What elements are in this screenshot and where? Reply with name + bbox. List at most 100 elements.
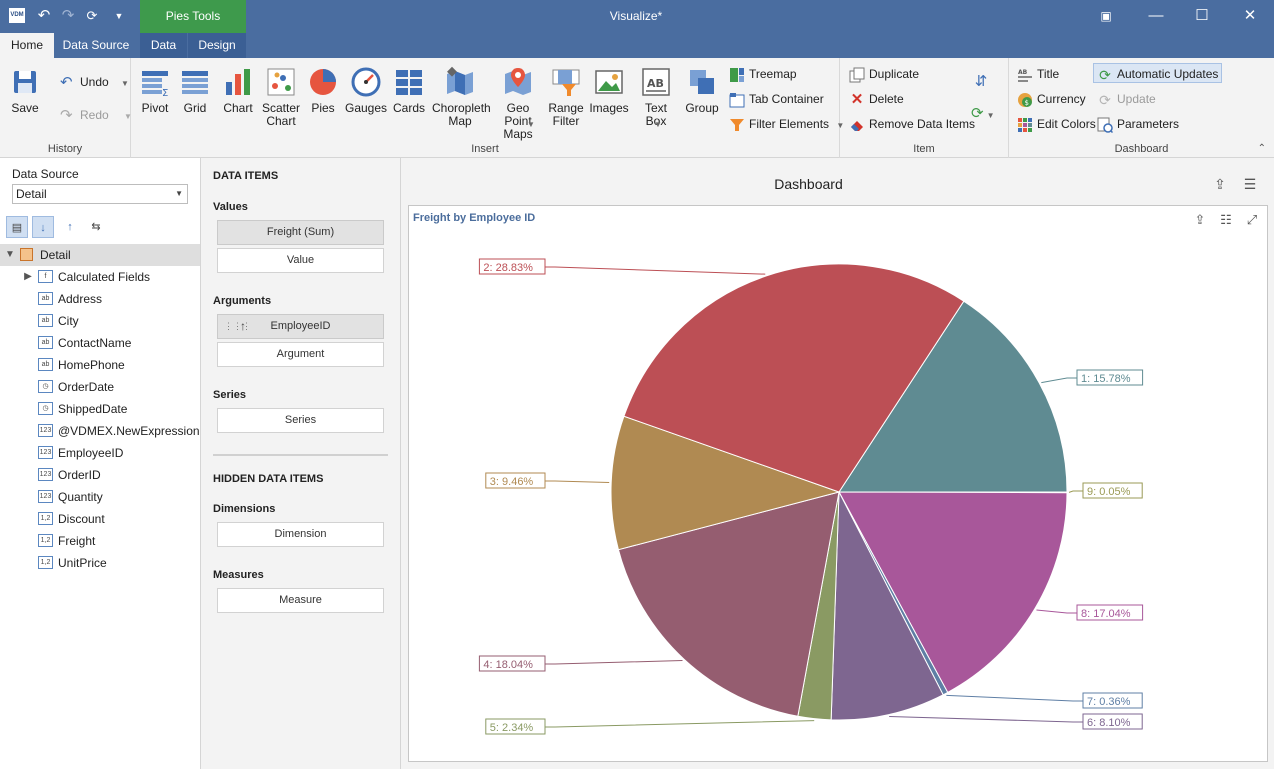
collapse-chevron-icon[interactable]: ▼ xyxy=(4,244,16,266)
swap-icon[interactable]: ⇵ xyxy=(971,72,991,92)
insert-cards-button[interactable]: Cards xyxy=(390,66,428,115)
export-icon[interactable]: ⇪ xyxy=(1210,174,1230,194)
tree-field-item[interactable]: ab Address xyxy=(0,288,200,310)
convert-button[interactable]: ⟳ ▼ xyxy=(971,104,1005,124)
undo-dropdown-icon[interactable]: ▼ xyxy=(121,79,129,88)
edit-colors-button[interactable]: Edit Colors xyxy=(1017,114,1096,134)
dashboard-title: Dashboard xyxy=(774,176,843,192)
sort-ascending-button[interactable]: ↓ xyxy=(32,216,54,238)
tree-field-item[interactable]: ab ContactName xyxy=(0,332,200,354)
ribbon-display-icon[interactable]: ▣ xyxy=(1091,4,1121,28)
pie-leader-line xyxy=(545,266,766,275)
insert-filter-elements-button[interactable]: Filter Elements ▼ xyxy=(729,114,844,134)
close-icon[interactable]: ✕ xyxy=(1235,4,1265,28)
insert-gauges-button[interactable]: Gauges xyxy=(345,66,387,115)
insert-pies-button[interactable]: Pies xyxy=(305,66,341,115)
automatic-updates-label: Automatic Updates xyxy=(1117,67,1219,81)
tree-field-item[interactable]: 1,2 Discount xyxy=(0,508,200,530)
insert-grid-button[interactable]: Grid xyxy=(177,66,213,115)
range-filter-icon xyxy=(552,69,580,96)
choropleth-map-icon xyxy=(447,66,473,95)
insert-choropleth-map-button[interactable]: Choropleth Map xyxy=(432,66,491,128)
insert-tab-container-button[interactable]: Tab Container xyxy=(729,89,824,109)
maximize-icon[interactable]: ☐ xyxy=(1187,4,1217,28)
sort-up-icon[interactable]: ↑ xyxy=(240,315,246,338)
drag-handle-icon[interactable]: ⋮⋮⋮ xyxy=(224,315,251,338)
sort-ascending-icon: ↓ xyxy=(40,222,46,234)
argument-item-employeeid[interactable]: ⋮⋮⋮ ↑ EmployeeID xyxy=(217,314,384,339)
tab-design[interactable]: Design xyxy=(188,33,246,58)
data-source-select[interactable]: Detail ▼ xyxy=(12,184,188,204)
tree-field-item[interactable]: 123 Quantity xyxy=(0,486,200,508)
value-item-freight-sum[interactable]: Freight (Sum) xyxy=(217,220,384,245)
group-by-type-button[interactable]: ▤ xyxy=(6,216,28,238)
tab-home[interactable]: Home xyxy=(0,33,54,58)
tree-field-item[interactable]: ◷ ShippedDate xyxy=(0,398,200,420)
pie-slice-label: 4: 18.04% xyxy=(483,659,533,671)
undo-icon[interactable]: ↶ xyxy=(33,5,55,27)
automatic-updates-toggle[interactable]: ⟳ Automatic Updates xyxy=(1093,63,1223,83)
tree-field-item[interactable]: 123 OrderID xyxy=(0,464,200,486)
geo-point-maps-dropdown-icon[interactable]: ▼ xyxy=(527,120,537,129)
insert-chart-button[interactable]: Chart xyxy=(219,66,257,115)
tree-field-item[interactable]: 123 EmployeeID xyxy=(0,442,200,464)
insert-text-box-button[interactable]: AB Text Box xyxy=(633,66,679,128)
tree-field-item[interactable]: ab HomePhone xyxy=(0,354,200,376)
currency-button[interactable]: $ Currency xyxy=(1017,89,1086,109)
ribbon-group-label-item: Item xyxy=(913,143,935,155)
parameters-button[interactable]: Parameters xyxy=(1097,114,1179,134)
insert-geo-point-maps-button[interactable]: Geo Point Maps xyxy=(493,66,543,141)
tab-data[interactable]: Data xyxy=(140,33,187,58)
number-field-icon: 123 xyxy=(38,424,53,437)
tree-field-item[interactable]: 123 @VDMEX.NewExpression xyxy=(0,420,200,442)
field-label: @VDMEX.NewExpression xyxy=(58,424,200,438)
argument-placeholder[interactable]: Argument xyxy=(217,342,384,367)
tree-field-item[interactable]: ◷ OrderDate xyxy=(0,376,200,398)
tab-data-source[interactable]: Data Source xyxy=(56,33,136,58)
tree-field-item[interactable]: 1,2 Freight xyxy=(0,530,200,552)
insert-group-button[interactable]: Group xyxy=(683,66,721,115)
refresh-field-list-button[interactable]: ⇆ xyxy=(85,216,107,238)
collapse-ribbon-icon[interactable]: ⌃ xyxy=(1258,143,1266,154)
pie-leader-line xyxy=(545,660,683,665)
pie-dashboard-item[interactable]: Freight by Employee ID ⇪ ☷ ⤢ 1: 15.78% 9:… xyxy=(408,205,1268,762)
pie-chart-icon xyxy=(310,69,336,95)
insert-treemap-label: Treemap xyxy=(749,67,797,81)
title-button[interactable]: AB Title xyxy=(1017,64,1059,84)
insert-images-button[interactable]: Images xyxy=(589,66,629,115)
sort-descending-button[interactable]: ↑ xyxy=(59,216,81,238)
svg-text:AB: AB xyxy=(1018,69,1028,76)
insert-range-filter-button[interactable]: Range Filter xyxy=(546,66,586,128)
dimension-placeholder[interactable]: Dimension xyxy=(217,522,384,547)
update-button[interactable]: ⟳ Update xyxy=(1097,89,1156,109)
refresh-icon[interactable]: ⟳ xyxy=(81,5,103,27)
tree-field-item[interactable]: ab City xyxy=(0,310,200,332)
parameters-sliders-icon[interactable]: ☰ xyxy=(1240,174,1260,194)
images-dropdown-icon[interactable]: ▼ xyxy=(654,120,664,129)
duplicate-button[interactable]: Duplicate xyxy=(849,64,919,84)
expand-chevron-icon[interactable]: ▶ xyxy=(22,266,34,288)
insert-pivot-button[interactable]: Σ Pivot xyxy=(135,66,175,115)
field-label: EmployeeID xyxy=(58,446,124,460)
currency-label: Currency xyxy=(1037,92,1086,106)
tree-field-item[interactable]: ▶ f Calculated Fields xyxy=(0,266,200,288)
measure-placeholder[interactable]: Measure xyxy=(217,588,384,613)
save-button[interactable]: Save xyxy=(6,66,44,115)
redo-button[interactable]: ↷ Redo ▼ xyxy=(60,105,132,125)
undo-button[interactable]: ↶ Undo ▼ xyxy=(60,72,129,92)
insert-treemap-button[interactable]: Treemap xyxy=(729,64,797,84)
convert-dropdown-icon[interactable]: ▼ xyxy=(987,111,995,120)
customize-qat-chevron-icon[interactable]: ▼ xyxy=(108,5,130,27)
remove-data-items-button[interactable]: Remove Data Items xyxy=(849,114,975,134)
minimize-icon[interactable]: — xyxy=(1141,4,1171,28)
value-placeholder[interactable]: Value xyxy=(217,248,384,273)
series-placeholder[interactable]: Series xyxy=(217,408,384,433)
pie-slice-label: 9: 0.05% xyxy=(1087,486,1131,498)
insert-choropleth-map-label: Choropleth Map xyxy=(432,101,491,128)
insert-scatter-chart-button[interactable]: Scatter Chart xyxy=(259,66,303,128)
field-label: ContactName xyxy=(58,336,132,350)
redo-icon[interactable]: ↷ xyxy=(57,5,79,27)
tree-root-detail[interactable]: ▼ Detail xyxy=(0,244,200,266)
delete-button[interactable]: ✕ Delete xyxy=(849,89,904,109)
tree-field-item[interactable]: 1,2 UnitPrice xyxy=(0,552,200,574)
